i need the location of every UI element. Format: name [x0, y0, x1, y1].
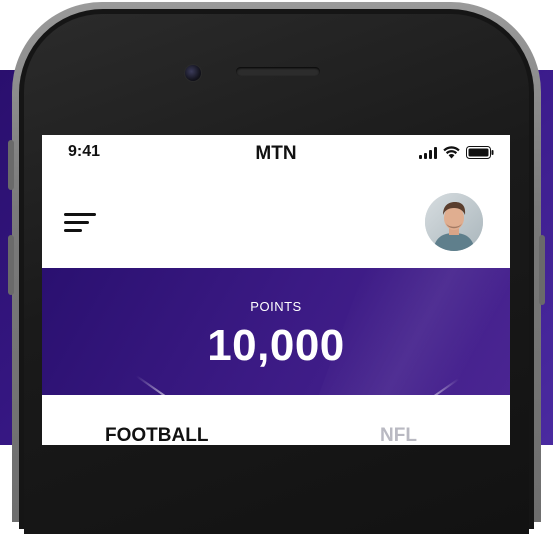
status-icons [419, 145, 494, 159]
phone-side-button-right [539, 235, 545, 305]
wifi-icon [443, 146, 460, 159]
avatar[interactable] [425, 193, 483, 251]
menu-icon[interactable] [64, 211, 96, 235]
category-tabs: FOOTBALL NFL [42, 395, 510, 445]
phone-side-button-left [8, 140, 14, 190]
phone-mockup: 9:41 MTN POINTS 10,000 FOOTBALL NFL [0, 0, 553, 534]
tab-football[interactable]: FOOTBALL [105, 425, 208, 445]
user-avatar-icon [425, 193, 483, 251]
signal-icon [419, 147, 437, 159]
status-bar: 9:41 MTN [42, 135, 510, 175]
earpiece-speaker [236, 67, 320, 76]
tab-nfl[interactable]: NFL [380, 425, 417, 445]
battery-icon [466, 146, 494, 159]
app-header [42, 175, 510, 268]
phone-side-button-left-2 [8, 235, 14, 295]
points-banner: POINTS 10,000 [42, 268, 510, 395]
front-camera-icon [184, 64, 202, 82]
points-value: 10,000 [207, 321, 345, 370]
points-label: POINTS [250, 299, 302, 314]
app-screen: 9:41 MTN POINTS 10,000 FOOTBALL NFL [42, 135, 510, 445]
